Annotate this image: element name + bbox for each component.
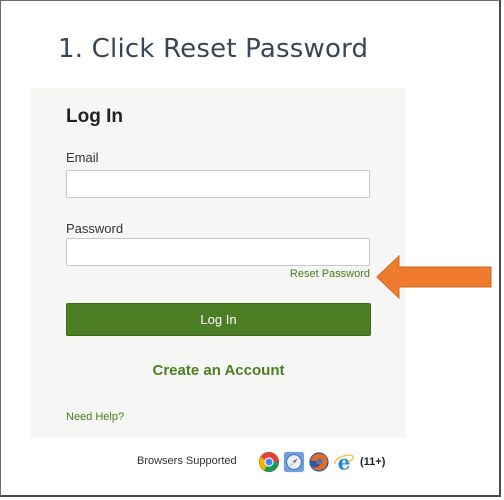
browsers-supported-label: Browsers Supported <box>137 455 237 467</box>
login-button[interactable]: Log In <box>66 303 371 336</box>
login-heading: Log In <box>66 106 123 127</box>
email-label: Email <box>66 150 99 165</box>
pointer-arrow-icon <box>376 255 492 299</box>
internet-explorer-icon: e <box>334 451 355 473</box>
ie-version-label: (11+) <box>360 456 386 468</box>
browser-icons: e (11+) <box>258 450 385 474</box>
firefox-icon <box>309 452 329 472</box>
password-field[interactable] <box>66 238 370 266</box>
safari-icon <box>283 451 305 473</box>
need-help-link[interactable]: Need Help? <box>66 411 124 423</box>
password-label: Password <box>66 221 124 236</box>
step-title: 1. Click Reset Password <box>58 34 369 64</box>
reset-password-link[interactable]: Reset Password <box>250 268 370 280</box>
create-account-link[interactable]: Create an Account <box>66 362 371 379</box>
chrome-icon <box>258 451 280 473</box>
email-field[interactable] <box>66 170 370 198</box>
